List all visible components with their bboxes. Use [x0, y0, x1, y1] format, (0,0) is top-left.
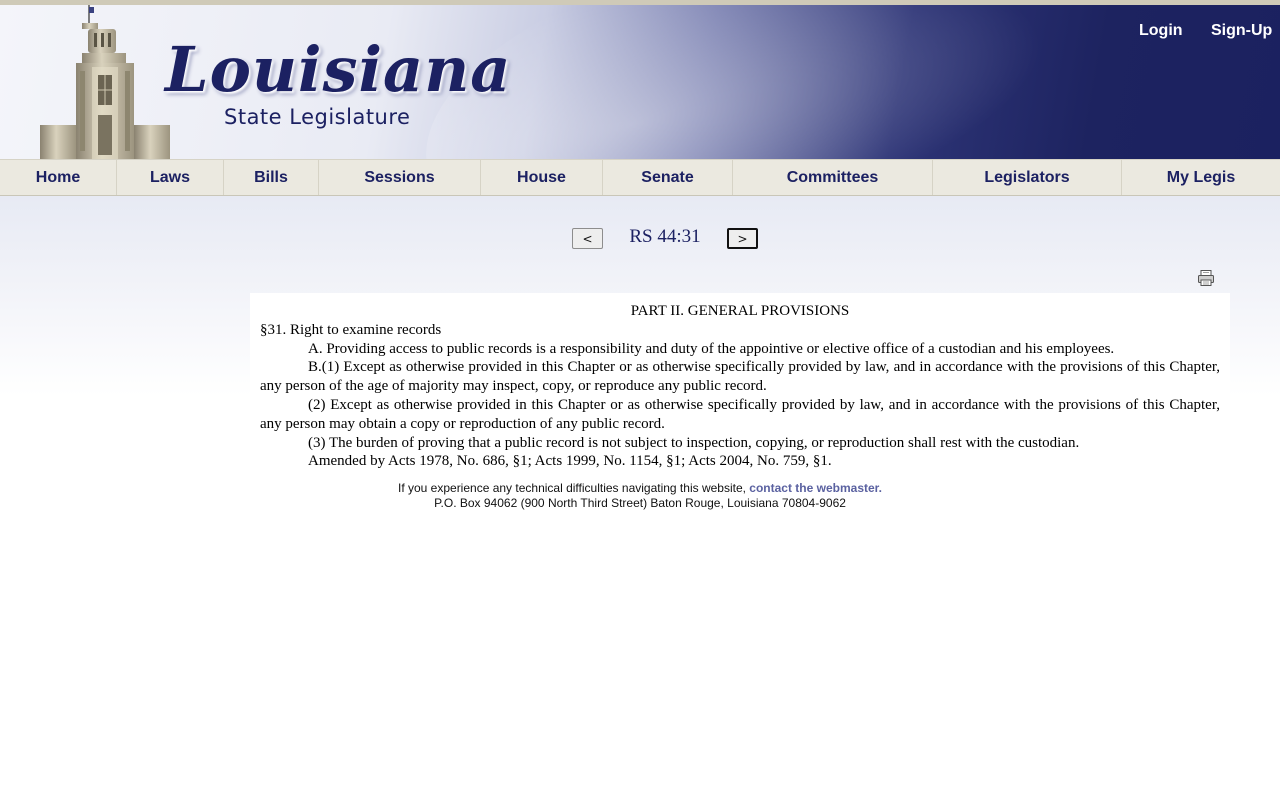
nav-item-house[interactable]: House: [481, 160, 603, 195]
print-icon[interactable]: [1197, 269, 1215, 287]
paragraph-a: A. Providing access to public records is…: [308, 340, 1115, 357]
logo-title: Louisiana: [165, 33, 512, 106]
nav-item-laws[interactable]: Laws: [117, 160, 224, 195]
paragraph-b1: B.(1) Except as otherwise provided in th…: [260, 359, 1220, 395]
nav-item-sessions[interactable]: Sessions: [319, 160, 481, 195]
statute-title: RS 44:31: [629, 226, 701, 247]
footer-help-text: If you experience any technical difficul…: [397, 481, 750, 495]
signup-link[interactable]: Sign-Up: [1211, 22, 1272, 40]
login-link[interactable]: Login: [1139, 22, 1183, 40]
site-footer: If you experience any technical difficul…: [0, 481, 1280, 511]
nav-item-my-legis[interactable]: My Legis: [1122, 160, 1280, 195]
previous-button[interactable]: <: [572, 228, 603, 249]
section-title: §31. Right to examine records: [260, 321, 442, 338]
nav-item-bills[interactable]: Bills: [224, 160, 319, 195]
nav-item-senate[interactable]: Senate: [603, 160, 733, 195]
next-button[interactable]: >: [727, 228, 758, 249]
nav-item-home[interactable]: Home: [0, 160, 117, 195]
nav-item-legislators[interactable]: Legislators: [933, 160, 1122, 195]
capitol-building-image: [40, 5, 170, 159]
paragraph-b3: (3) The burden of proving that a public …: [308, 434, 1080, 451]
main-nav: Home Laws Bills Sessions House Senate Co…: [0, 159, 1280, 196]
footer-help-line: If you experience any technical difficul…: [0, 481, 1280, 496]
paragraph-b2: (2) Except as otherwise provided in this…: [260, 396, 1220, 432]
site-banner: Louisiana State Legislature Login Sign-U…: [0, 5, 1280, 159]
amendment-history: Amended by Acts 1978, No. 686, §1; Acts …: [308, 453, 832, 470]
part-heading: PART II. GENERAL PROVISIONS: [630, 303, 850, 319]
footer-address: P.O. Box 94062 (900 North Third Street) …: [434, 496, 846, 510]
statute-document: PART II. GENERAL PROVISIONS §31. Right t…: [250, 293, 1230, 476]
contact-webmaster-link[interactable]: contact the webmaster.: [749, 481, 882, 495]
logo-subtitle: State Legislature: [224, 105, 411, 129]
nav-item-committees[interactable]: Committees: [733, 160, 933, 195]
